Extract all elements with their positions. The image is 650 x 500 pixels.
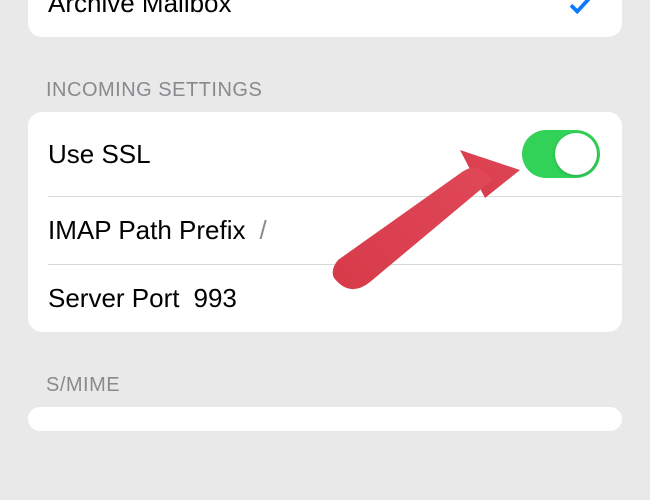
smime-group	[28, 407, 622, 431]
imap-path-prefix-value: /	[260, 215, 267, 246]
toggle-knob	[555, 133, 597, 175]
incoming-settings-group: Use SSL IMAP Path Prefix / Server Port 9…	[28, 112, 622, 332]
smime-header: S/MIME	[0, 374, 650, 407]
use-ssl-row: Use SSL	[28, 112, 622, 196]
use-ssl-toggle[interactable]	[522, 130, 600, 178]
incoming-settings-header: INCOMING SETTINGS	[0, 79, 650, 112]
imap-path-prefix-row[interactable]: IMAP Path Prefix /	[28, 197, 622, 264]
smime-row-partial[interactable]	[28, 407, 622, 431]
server-port-row[interactable]: Server Port 993	[28, 265, 622, 332]
archive-mailbox-label: Archive Mailbox	[48, 0, 232, 19]
checkmark-icon	[566, 0, 596, 19]
server-port-value: 993	[194, 283, 237, 314]
top-settings-group: Archive Mailbox	[28, 0, 622, 37]
imap-path-prefix-label: IMAP Path Prefix	[48, 215, 246, 246]
archive-mailbox-row[interactable]: Archive Mailbox	[28, 0, 622, 37]
use-ssl-label: Use SSL	[48, 139, 151, 170]
server-port-label: Server Port	[48, 283, 180, 314]
